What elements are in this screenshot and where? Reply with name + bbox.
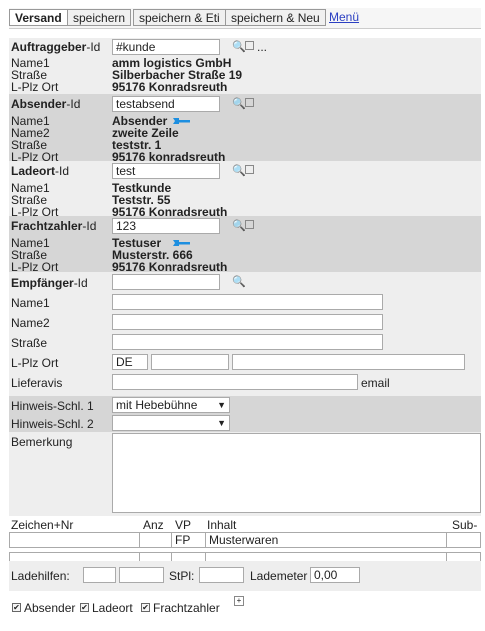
hinweis-section: Hinweis-Schl. 1 mit Hebebühne ▼ Hinweis-…	[9, 396, 481, 432]
empfaenger-section: Empfänger-Id 🔍 Name1 Name2 Straße L-Plz …	[9, 272, 481, 396]
wrench-icon[interactable]	[173, 239, 191, 247]
name1-label: Name1	[11, 296, 50, 310]
id-suffix: -Id	[82, 219, 97, 233]
country-input[interactable]: DE	[112, 354, 148, 370]
toolbar: Versand speichern speichern & Eti speich…	[9, 8, 481, 29]
frachtzahler-id-input[interactable]: 123	[112, 218, 220, 234]
dropdown-arrow-icon: ▼	[217, 400, 226, 410]
hinweis1-value: mit Hebebühne	[116, 398, 198, 412]
vp-cell[interactable]: FP	[171, 532, 206, 548]
ladeort-checkbox-label: Ladeort	[92, 601, 133, 615]
id-suffix: -Id	[73, 276, 88, 290]
frachtzahler-label: Frachtzahler	[11, 219, 83, 233]
col-sub: Sub-	[452, 518, 478, 532]
email-label: email	[361, 376, 390, 390]
id-suffix: -Id	[55, 164, 70, 178]
auftraggeber-ort: 95176 Konradsreuth	[112, 80, 228, 94]
bemerkung-section: Bemerkung	[9, 432, 481, 516]
lieferavis-label: Lieferavis	[11, 376, 63, 390]
anz-cell[interactable]	[139, 532, 172, 548]
expand-icon[interactable]: +	[234, 596, 244, 606]
search-icon[interactable]: 🔍	[232, 276, 246, 288]
absender-label: Absender	[11, 97, 67, 111]
clear-icon[interactable]	[245, 220, 254, 232]
ort-input[interactable]	[232, 354, 465, 370]
absender-id-input[interactable]: testabsend	[112, 96, 220, 112]
empfaenger-id-input[interactable]	[112, 274, 220, 290]
zeichen-cell[interactable]	[9, 532, 140, 548]
frachtzahler-section: Frachtzahler-Id 123 🔍 Name1 Testuser Str…	[9, 216, 481, 274]
id-suffix: -Id	[86, 40, 101, 54]
row-label: L-Plz Ort	[11, 80, 59, 94]
auftraggeber-id-input[interactable]: #kunde	[112, 39, 220, 55]
empfaenger-name2-input[interactable]	[112, 314, 383, 330]
speichern-eti-button[interactable]: speichern & Eti	[133, 9, 226, 26]
wrench-icon[interactable]	[173, 117, 191, 125]
more-link[interactable]: ...	[257, 40, 267, 54]
clear-icon[interactable]	[245, 165, 254, 177]
search-icon[interactable]: 🔍	[232, 98, 246, 110]
search-icon[interactable]: 🔍	[232, 41, 246, 53]
col-vp: VP	[175, 518, 192, 532]
ladeort-label: Ladeort	[11, 164, 56, 178]
checkbox-row: ✔ Absender ✔ Ladeort ✔ Frachtzahler +	[9, 591, 481, 628]
bemerkung-textarea[interactable]	[112, 433, 481, 513]
absender-checkbox[interactable]: ✔	[12, 603, 21, 612]
stpl-label: StPl:	[169, 569, 195, 583]
tab-versand[interactable]: Versand	[9, 9, 68, 26]
hinweis1-label: Hinweis-Schl. 1	[11, 399, 94, 413]
ladehilfen-label: Ladehilfen:	[11, 569, 70, 583]
lademeter-label: Lademeter	[250, 569, 308, 583]
absender-section: Absender-Id testabsend 🔍 Name1 Absender …	[9, 94, 481, 164]
stpl-input[interactable]	[199, 567, 244, 583]
ladeort-id-input[interactable]: test	[112, 163, 220, 179]
frachtzahler-checkbox-label: Frachtzahler	[153, 601, 220, 615]
sub-cell[interactable]	[446, 532, 481, 548]
absender-checkbox-label: Absender	[24, 601, 76, 615]
ladehilfen-input-2[interactable]	[119, 567, 164, 583]
empfaenger-strasse-input[interactable]	[112, 334, 383, 350]
speichern-neu-button[interactable]: speichern & Neu	[225, 9, 326, 26]
search-icon[interactable]: 🔍	[232, 165, 246, 177]
id-suffix: -Id	[66, 97, 81, 111]
lademeter-input[interactable]: 0,00	[310, 567, 360, 583]
clear-icon[interactable]	[245, 98, 254, 110]
shipment-form: Versand speichern speichern & Eti speich…	[9, 8, 481, 628]
hinweis2-label: Hinweis-Schl. 2	[11, 417, 94, 431]
hinweis2-select[interactable]: ▼	[112, 415, 230, 431]
col-inhalt: Inhalt	[207, 518, 237, 532]
speichern-button[interactable]: speichern	[67, 9, 132, 26]
ladehilfen-section: Ladehilfen: StPl: Lademeter 0,00	[9, 561, 481, 591]
menu-link[interactable]: Menü	[329, 10, 359, 24]
clear-icon[interactable]	[245, 41, 254, 53]
col-anz: Anz	[143, 518, 164, 532]
name2-label: Name2	[11, 316, 50, 330]
inhalt-cell[interactable]: Musterwaren	[205, 532, 447, 548]
col-zeichen: Zeichen+Nr	[11, 518, 74, 532]
auftraggeber-label: Auftraggeber	[11, 40, 87, 54]
ladehilfen-input-1[interactable]	[83, 567, 116, 583]
plz-input[interactable]	[151, 354, 229, 370]
bemerkung-label: Bemerkung	[11, 435, 73, 449]
search-icon[interactable]: 🔍	[232, 220, 246, 232]
empfaenger-name1-input[interactable]	[112, 294, 383, 310]
dropdown-arrow-icon: ▼	[217, 418, 226, 428]
hinweis1-select[interactable]: mit Hebebühne ▼	[112, 397, 230, 413]
auftraggeber-section: Auftraggeber-Id #kunde 🔍 ... Name1 amm l…	[9, 38, 481, 94]
ladeort-checkbox[interactable]: ✔	[80, 603, 89, 612]
frachtzahler-checkbox[interactable]: ✔	[141, 603, 150, 612]
strasse-label: Straße	[11, 336, 48, 350]
lieferavis-input[interactable]	[112, 374, 358, 390]
empfaenger-label: Empfänger	[11, 276, 74, 290]
plz-ort-label: L-Plz Ort	[11, 356, 59, 370]
ladeort-section: Ladeort-Id test 🔍 Name1 Testkunde Straße…	[9, 161, 481, 219]
